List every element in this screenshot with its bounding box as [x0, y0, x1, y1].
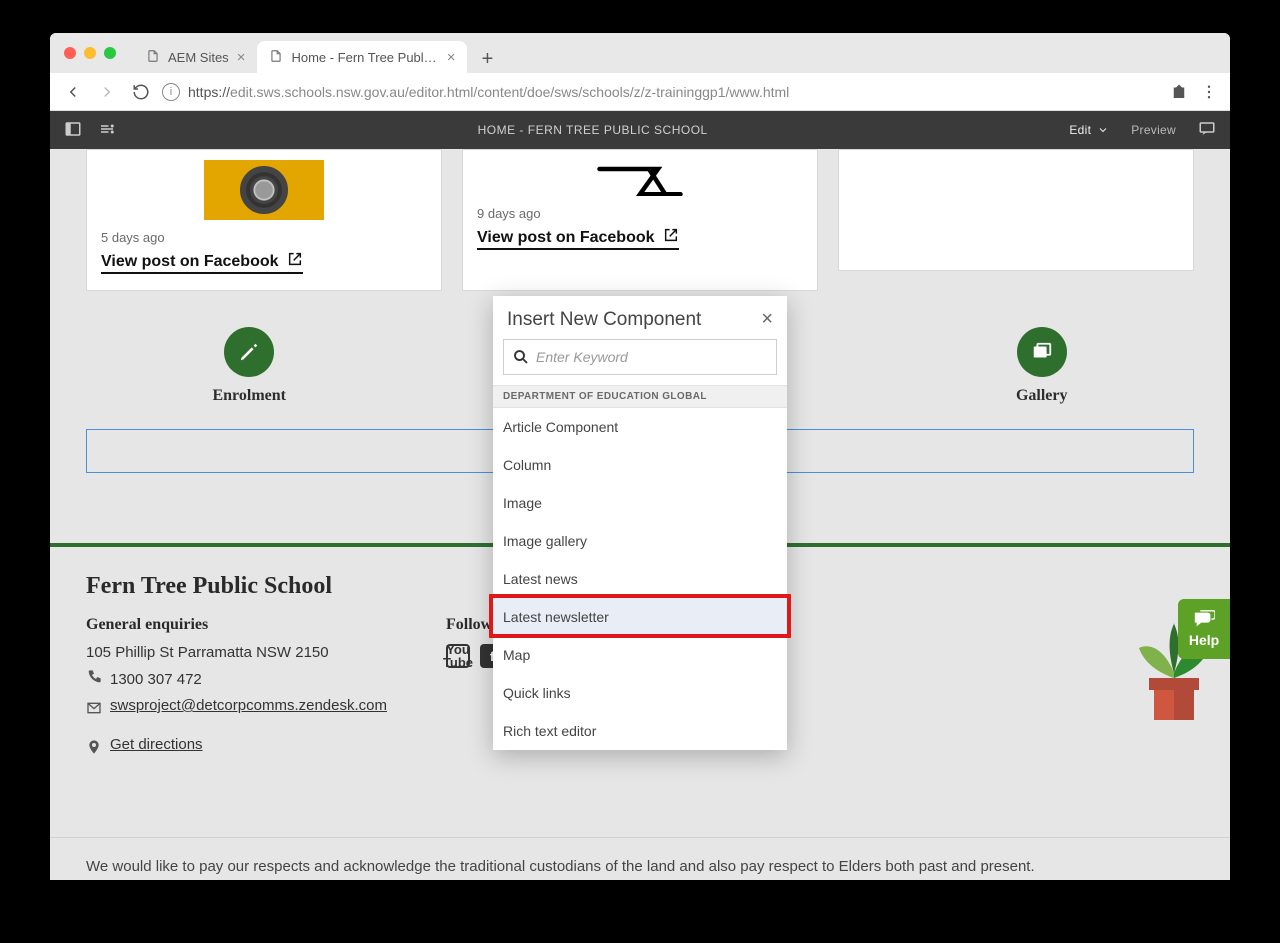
email-link[interactable]: swsproject@detcorpcomms.zendesk.com — [110, 697, 387, 714]
quicklink-enrolment[interactable]: Enrolment — [212, 327, 285, 405]
email-line: swsproject@detcorpcomms.zendesk.com — [86, 697, 386, 722]
directions-link[interactable]: Get directions — [110, 736, 203, 753]
edit-mode-dropdown[interactable]: Edit — [1069, 123, 1109, 137]
facebook-card-1[interactable]: 5 days ago View post on Facebook — [86, 149, 442, 291]
url-host: edit.sws.schools.nsw.gov.au — [230, 84, 405, 100]
component-item-quick-links[interactable]: Quick links — [493, 674, 787, 712]
new-tab-button[interactable]: + — [473, 45, 501, 73]
help-label: Help — [1189, 632, 1219, 648]
facebook-card-2[interactable]: 9 days ago View post on Facebook — [462, 149, 818, 291]
email-icon — [86, 700, 102, 720]
component-item-latest-news[interactable]: Latest news — [493, 560, 787, 598]
phone-icon — [86, 669, 102, 689]
picture-icon — [1031, 341, 1053, 363]
card-image — [204, 160, 324, 220]
component-group-label: DEPARTMENT OF EDUCATION GLOBAL — [493, 385, 787, 408]
window-close-icon[interactable] — [64, 47, 76, 59]
window-minimize-icon[interactable] — [84, 47, 96, 59]
external-link-icon — [287, 251, 303, 272]
help-button[interactable]: Help — [1178, 599, 1230, 659]
link-label: View post on Facebook — [101, 253, 279, 271]
url-scheme: https:// — [188, 84, 230, 100]
address-text: 105 Phillip St Parramatta NSW 2150 — [86, 644, 386, 661]
phone-line: 1300 307 472 — [86, 669, 386, 689]
address-bar: i https://edit.sws.schools.nsw.gov.au/ed… — [50, 73, 1230, 111]
aem-page-title: HOME - FERN TREE PUBLIC SCHOOL — [116, 123, 1069, 137]
file-icon — [146, 49, 160, 66]
external-link-icon — [663, 227, 679, 248]
component-item-article-component[interactable]: Article Component — [493, 408, 787, 446]
card-age: 9 days ago — [477, 206, 803, 221]
search-box[interactable] — [503, 339, 777, 375]
tab-aem-sites[interactable]: AEM Sites × — [134, 41, 257, 73]
directions-line: Get directions — [86, 736, 386, 761]
back-button[interactable] — [60, 79, 86, 105]
phone-number: 1300 307 472 — [110, 671, 202, 688]
close-icon[interactable]: × — [447, 49, 456, 66]
aem-editor-bar: HOME - FERN TREE PUBLIC SCHOOL Edit Prev… — [50, 111, 1230, 149]
tab-label: AEM Sites — [168, 50, 229, 65]
acknowledgement-text: We would like to pay our respects and ac… — [50, 837, 1230, 880]
close-icon[interactable]: × — [761, 308, 773, 331]
map-pin-icon — [86, 739, 102, 759]
insert-component-dialog: Insert New Component × DEPARTMENT OF EDU… — [493, 296, 787, 750]
search-input[interactable] — [536, 349, 768, 365]
steering-wheel-icon — [240, 166, 288, 214]
annotate-icon[interactable] — [1198, 120, 1216, 141]
tab-home-ferntree[interactable]: Home - Fern Tree Public Schoo × — [257, 41, 467, 73]
component-item-image-gallery[interactable]: Image gallery — [493, 522, 787, 560]
youtube-icon[interactable]: YouTube — [446, 644, 470, 668]
component-item-rich-text-editor[interactable]: Rich text editor — [493, 712, 787, 750]
edit-mode-label: Edit — [1069, 123, 1091, 137]
card-image — [477, 160, 803, 196]
browser-window: AEM Sites × Home - Fern Tree Public Scho… — [50, 33, 1230, 880]
quicklink-gallery[interactable]: Gallery — [1016, 327, 1068, 405]
info-icon[interactable]: i — [162, 83, 180, 101]
tab-strip: AEM Sites × Home - Fern Tree Public Scho… — [134, 33, 501, 73]
profile-icon[interactable] — [1168, 81, 1190, 103]
close-icon[interactable]: × — [237, 49, 246, 66]
titlebar: AEM Sites × Home - Fern Tree Public Scho… — [50, 33, 1230, 73]
link-label: View post on Facebook — [477, 229, 655, 247]
kebab-menu-icon[interactable] — [1198, 81, 1220, 103]
forward-button[interactable] — [94, 79, 120, 105]
file-icon — [269, 49, 283, 66]
search-icon — [512, 348, 530, 366]
component-list: Article ComponentColumnImageImage galler… — [493, 408, 787, 750]
dialog-title: Insert New Component — [507, 309, 701, 331]
facebook-cards-row: 5 days ago View post on Facebook 9 days … — [50, 149, 1230, 291]
enquiries-heading: General enquiries — [86, 616, 386, 634]
page-info-icon[interactable] — [98, 120, 116, 141]
facebook-card-3[interactable] — [838, 149, 1194, 271]
pencil-icon — [238, 341, 260, 363]
component-item-map[interactable]: Map — [493, 636, 787, 674]
quicklink-label: Enrolment — [212, 387, 285, 405]
tab-label: Home - Fern Tree Public Schoo — [291, 50, 438, 65]
toggle-side-panel-icon[interactable] — [64, 120, 82, 141]
quicklink-label: Gallery — [1016, 387, 1068, 405]
component-item-column[interactable]: Column — [493, 446, 787, 484]
view-post-link[interactable]: View post on Facebook — [477, 227, 679, 250]
window-zoom-icon[interactable] — [104, 47, 116, 59]
reload-button[interactable] — [128, 79, 154, 105]
preview-button[interactable]: Preview — [1131, 123, 1176, 137]
window-controls — [50, 47, 134, 59]
url-path: /editor.html/content/doe/sws/schools/z/z… — [405, 84, 789, 100]
component-item-image[interactable]: Image — [493, 484, 787, 522]
url-field[interactable]: i https://edit.sws.schools.nsw.gov.au/ed… — [162, 83, 1160, 101]
editor-viewport: 5 days ago View post on Facebook 9 days … — [50, 149, 1230, 880]
component-item-latest-newsletter[interactable]: Latest newsletter — [493, 598, 787, 636]
card-age: 5 days ago — [101, 230, 427, 245]
view-post-link[interactable]: View post on Facebook — [101, 251, 303, 274]
